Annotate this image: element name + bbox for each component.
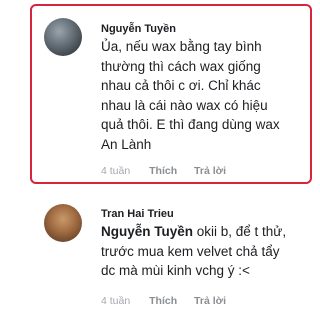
comment-timestamp[interactable]: 4 tuần xyxy=(101,295,130,307)
comment-text: Nguyễn Tuyền okii b, để t thử, trước mua… xyxy=(101,222,311,281)
avatar[interactable] xyxy=(44,204,82,242)
comment-text-line: Nguyễn Tuyền okii b, để t thử, xyxy=(101,222,311,242)
comment-text-line: quả thôi. E thì đang dùng wax xyxy=(101,117,280,133)
comment-author[interactable]: Tran Hai Trieu xyxy=(101,208,174,220)
like-button[interactable]: Thích xyxy=(149,295,177,307)
comment-meta: 4 tuần Thích Trả lời xyxy=(101,295,226,307)
reply-button[interactable]: Trả lời xyxy=(194,165,226,177)
reply-button[interactable]: Trả lời xyxy=(194,295,226,307)
comment-text-line: thường thì cách wax giống xyxy=(101,58,261,74)
comment-text-line: Ủa, nếu wax bằng tay bình xyxy=(101,39,262,54)
comment-meta: 4 tuần Thích Trả lời xyxy=(101,165,226,177)
comment-thread: Nguyễn Tuyền Ủa, nếu wax bằng tay bình t… xyxy=(0,0,320,320)
mention-link[interactable]: Nguyễn Tuyền xyxy=(101,224,193,239)
comment-text-line: nhau cả thôi c ơi. Chỉ khác xyxy=(101,78,261,94)
comment-author[interactable]: Nguyễn Tuyền xyxy=(101,23,176,35)
comment-text-line: nhau là cái nào wax có hiệu xyxy=(101,97,268,113)
comment-text-fragment: okii b, để t thử, xyxy=(193,224,287,239)
comment-text-line: trước mua kem velvet chả tẩy xyxy=(101,243,280,259)
like-button[interactable]: Thích xyxy=(149,165,177,177)
comment-text-line: An Lành xyxy=(101,136,152,152)
avatar[interactable] xyxy=(44,18,82,56)
comment-text: Ủa, nếu wax bằng tay bình thường thì các… xyxy=(101,37,311,155)
comment-text-line: dc mà mùi kinh vchg ý :< xyxy=(101,263,250,279)
comment-timestamp[interactable]: 4 tuần xyxy=(101,165,130,177)
